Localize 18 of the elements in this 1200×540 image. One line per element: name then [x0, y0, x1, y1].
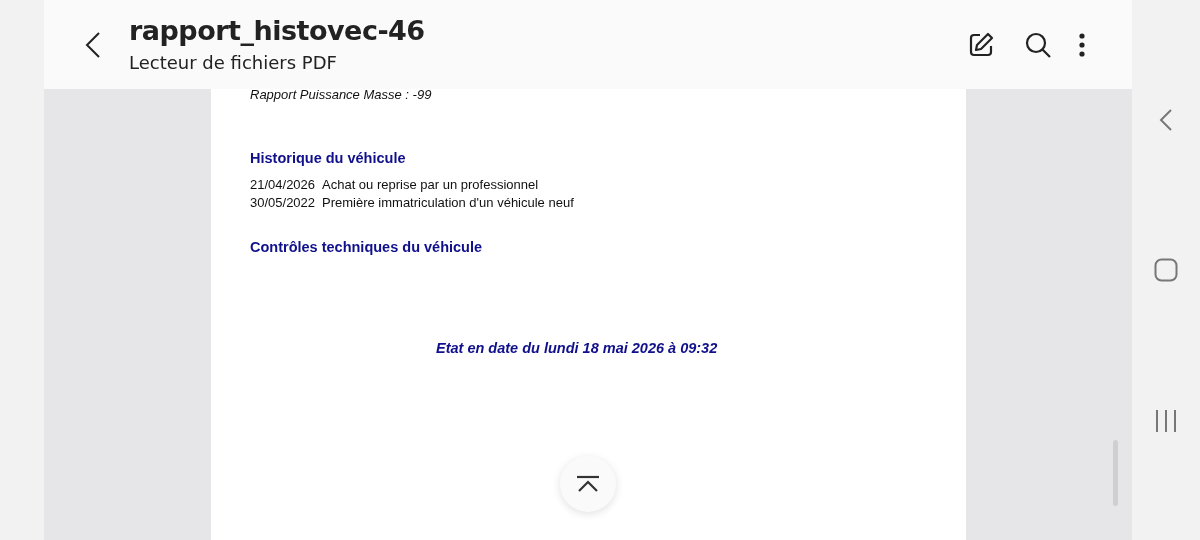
- recents-icon: [1155, 409, 1177, 433]
- search-icon: [1024, 30, 1052, 59]
- power-ratio-line: Rapport Puissance Masse : -99: [250, 87, 432, 103]
- edit-icon: [967, 30, 995, 59]
- history-date: 30/05/2022: [250, 193, 317, 212]
- inspections-heading: Contrôles techniques du véhicule: [250, 237, 483, 257]
- history-heading: Historique du véhicule: [250, 149, 406, 168]
- history-event: Achat ou reprise par un professionnel: [322, 175, 539, 194]
- document-title: rapport_histovec-46: [129, 13, 425, 48]
- history-date: 21/04/2026: [250, 175, 317, 194]
- home-icon: [1154, 258, 1178, 282]
- app-subtitle: Lecteur de fichiers PDF: [129, 50, 338, 75]
- more-options-icon: [1079, 32, 1085, 57]
- scroll-to-top-icon: [576, 475, 600, 493]
- back-icon: [85, 30, 101, 59]
- history-event: Première immatriculation d'un véhicule neuf: [322, 193, 574, 212]
- report-date: Etat en date du lundi 18 mai 2026 à 09:32: [436, 338, 718, 358]
- back-icon: [1159, 108, 1173, 132]
